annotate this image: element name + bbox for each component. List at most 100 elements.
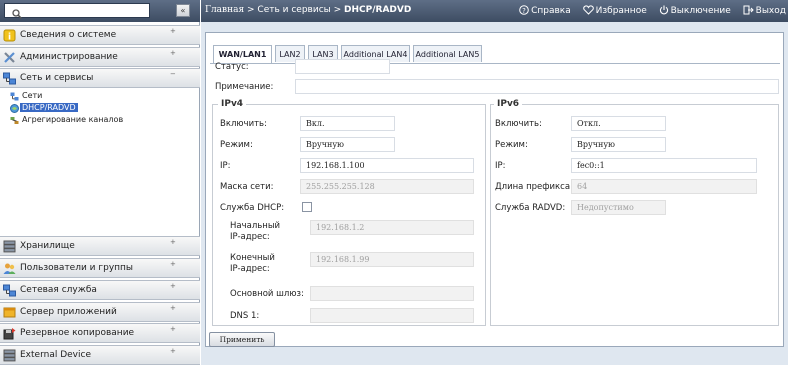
network-icon [3, 72, 16, 85]
ipv4-dhcp-label: Служба DHCP: [220, 203, 285, 213]
sidebar-category-network-service[interactable]: Сетевая служба + [0, 280, 200, 300]
ipv6-enable-label: Включить: [495, 119, 542, 129]
search-bar: « [0, 0, 200, 22]
sidebar-category-app-server[interactable]: Сервер приложений + [0, 302, 200, 322]
expand-icon: + [170, 325, 176, 333]
dhcp-icon [10, 104, 19, 113]
tab-wan-lan1[interactable]: WAN/LAN1 [213, 45, 272, 63]
ipv6-enable-field[interactable]: Откл. [571, 116, 666, 131]
ipv4-dns1-field [310, 308, 474, 323]
help-icon: ? [519, 5, 529, 15]
status-field [295, 59, 390, 74]
status-label: Статус: [215, 62, 249, 72]
logout-icon [743, 5, 754, 15]
expand-icon: + [170, 282, 176, 290]
help-label: Справка [531, 6, 571, 16]
sidebar-category-label: Сеть и сервисы [20, 73, 94, 83]
sidebar-category-label: Резервное копирование [20, 328, 135, 338]
ipv4-mode-field[interactable]: Вручную [300, 137, 395, 152]
shutdown-label: Выключение [670, 6, 731, 16]
ipv4-start-ip-label: Начальный IP-адрес: [230, 221, 281, 242]
ipv6-prefix-label: Длина префикса: [495, 182, 573, 192]
breadcrumb: Главная > Сеть и сервисы > DHCP/RADVD [205, 5, 411, 15]
logout-link[interactable]: Выход [743, 5, 786, 16]
power-icon [659, 5, 668, 15]
ipv6-radvd-label: Служба RADVD: [495, 203, 566, 213]
expand-icon: + [170, 49, 176, 57]
main-content: WAN/LAN1 LAN2 LAN3 Additional LAN4 Addit… [201, 22, 788, 365]
ipv4-end-ip-field: 192.168.1.99 [310, 252, 474, 267]
ipv6-prefix-field: 64 [571, 179, 757, 194]
ipv4-mask-label: Маска сети: [220, 182, 274, 192]
ipv4-mode-label: Режим: [220, 140, 253, 150]
breadcrumb-home-link[interactable]: Главная [205, 5, 244, 15]
collapse-icon: − [170, 70, 176, 78]
ipv4-legend: IPv4 [218, 99, 247, 109]
sidebar-category-label: Хранилище [20, 241, 75, 251]
app-server-icon [3, 307, 16, 318]
favorites-link[interactable]: Избранное [582, 5, 647, 16]
users-icon [3, 263, 16, 274]
info-icon: i [3, 29, 16, 42]
ipv4-ip-field[interactable]: 192.168.1.100 [300, 158, 474, 173]
expand-icon: + [170, 260, 176, 268]
help-link[interactable]: ? Справка [519, 5, 571, 16]
tools-icon [4, 52, 15, 63]
sidebar-category-users-groups[interactable]: Пользователи и группы + [0, 258, 200, 278]
backup-icon [3, 328, 16, 340]
sidebar-category-label: Сервер приложений [20, 307, 117, 317]
breadcrumb-section[interactable]: Сеть и сервисы [257, 5, 330, 15]
svg-text:i: i [8, 33, 11, 43]
top-bar: Главная > Сеть и сервисы > DHCP/RADVD ? С… [201, 0, 788, 22]
dhcp-service-checkbox[interactable] [302, 202, 312, 212]
shutdown-link[interactable]: Выключение [659, 5, 731, 16]
ipv4-mask-field: 255.255.255.128 [300, 179, 474, 194]
ipv4-start-ip-field: 192.168.1.2 [310, 220, 474, 235]
external-device-icon [3, 349, 16, 362]
storage-icon [3, 240, 16, 253]
sidebar-category-label: Сведения о системе [20, 30, 117, 40]
ipv4-dns1-label: DNS 1: [230, 311, 260, 321]
ipv4-gateway-field [310, 286, 474, 301]
ipv6-group: Включить: Откл. Режим: Вручную IP: fec0:… [490, 104, 779, 326]
note-label: Примечание: [215, 82, 274, 92]
ipv6-ip-field[interactable]: fec0::1 [571, 158, 757, 173]
ipv6-mode-field[interactable]: Вручную [571, 137, 666, 152]
sidebar-item-label: Агрегирование каналов [22, 115, 124, 124]
sidebar-category-external-device[interactable]: External Device + [0, 345, 200, 365]
ipv4-gateway-label: Основной шлюз: [230, 289, 304, 299]
settings-panel: WAN/LAN1 LAN2 LAN3 Additional LAN4 Addit… [205, 32, 784, 347]
sidebar: « i Сведения о системе + Администрирован… [0, 0, 200, 365]
search-input[interactable] [4, 3, 150, 19]
expand-icon: + [170, 238, 176, 246]
ipv4-end-ip-label: Конечный IP-адрес: [230, 253, 275, 274]
note-input[interactable] [295, 79, 779, 94]
svg-text:?: ? [522, 7, 526, 15]
collapse-sidebar-button[interactable]: « [176, 4, 190, 17]
sidebar-category-network-services[interactable]: Сеть и сервисы − [0, 68, 200, 88]
sidebar-category-label: External Device [20, 350, 91, 360]
network-service-icon [3, 284, 16, 297]
breadcrumb-separator: > [244, 5, 258, 15]
logout-label: Выход [755, 6, 786, 16]
sidebar-category-backup[interactable]: Резервное копирование + [0, 323, 200, 343]
network-small-icon [10, 92, 19, 101]
expand-icon: + [170, 304, 176, 312]
tab-additional-lan5[interactable]: Additional LAN5 [413, 45, 482, 62]
sidebar-item-label: DHCP/RADVD [20, 103, 78, 112]
ipv4-ip-label: IP: [220, 161, 231, 171]
apply-button[interactable]: Применить [209, 332, 275, 347]
ipv4-enable-label: Включить: [220, 119, 267, 129]
expand-icon: + [170, 27, 176, 35]
heart-icon [582, 5, 594, 15]
sidebar-category-administration[interactable]: Администрирование + [0, 47, 200, 67]
ipv4-enable-field[interactable]: Вкл. [300, 116, 395, 131]
sidebar-category-storage[interactable]: Хранилище + [0, 236, 200, 256]
breadcrumb-current: DHCP/RADVD [344, 5, 412, 15]
sidebar-category-label: Пользователи и группы [20, 263, 134, 273]
sidebar-category-system-info[interactable]: i Сведения о системе + [0, 25, 200, 45]
expand-icon: + [170, 347, 176, 355]
ipv4-group: Включить: Вкл. Режим: Вручную IP: 192.16… [212, 104, 486, 326]
sidebar-category-label: Сетевая служба [20, 285, 97, 295]
sidebar-item-label: Сети [22, 91, 43, 100]
